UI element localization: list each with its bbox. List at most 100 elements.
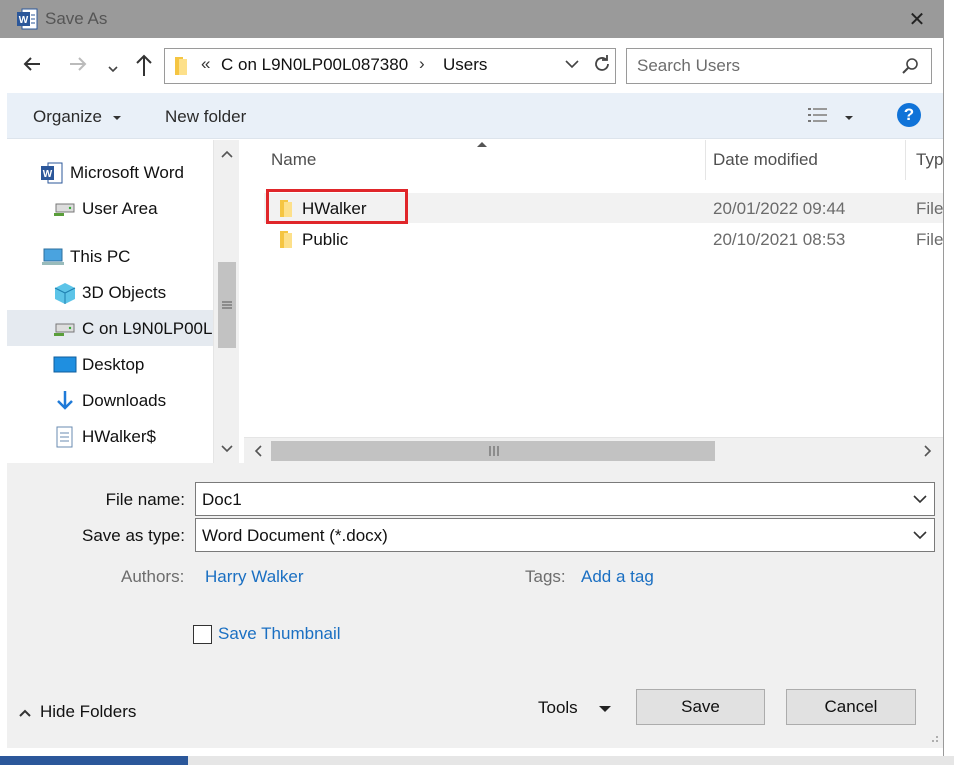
grip-icon (222, 301, 232, 309)
search-box[interactable] (626, 48, 932, 84)
refresh-button[interactable] (592, 52, 612, 82)
file-name: Public (302, 230, 349, 249)
document-icon (56, 426, 73, 448)
resize-grip-icon[interactable] (927, 731, 939, 743)
word-status-bar (0, 756, 954, 765)
breadcrumb-users[interactable]: Users (443, 55, 487, 75)
view-dropdown-button[interactable] (843, 110, 855, 128)
chevron-down-icon[interactable] (912, 488, 928, 510)
chevron-left-icon (254, 445, 262, 457)
file-row-public[interactable]: Public 20/10/2021 08:53 File (264, 224, 943, 254)
window-frame-right (943, 0, 954, 765)
tools-button[interactable]: Tools (538, 698, 612, 718)
caret-down-icon (112, 115, 121, 120)
network-drive-icon (54, 323, 75, 336)
save-thumbnail-label[interactable]: Save Thumbnail (218, 624, 341, 644)
column-header-type[interactable]: Typ (916, 150, 943, 170)
file-type: File (916, 199, 943, 218)
close-button[interactable]: ✕ (893, 0, 941, 38)
nav-item-microsoft-word[interactable]: W Microsoft Word (7, 154, 212, 190)
nav-item-label: HWalker$ (82, 427, 156, 446)
computer-icon (42, 248, 64, 265)
up-button[interactable] (133, 52, 155, 84)
nav-item-label: 3D Objects (82, 283, 167, 302)
close-icon: ✕ (908, 8, 926, 31)
tags-value[interactable]: Add a tag (581, 567, 654, 587)
title-bar: W Save As ✕ (0, 0, 954, 38)
save-thumbnail-checkbox[interactable] (193, 625, 212, 644)
word-icon: W (17, 8, 38, 30)
up-arrow-icon (136, 54, 152, 76)
tools-label: Tools (538, 698, 578, 717)
column-divider[interactable] (705, 140, 706, 180)
breadcrumb-overflow[interactable]: « (201, 54, 210, 74)
organize-label: Organize (33, 107, 102, 126)
cube-icon (54, 283, 76, 304)
save-as-type-value: Word Document (*.docx) (202, 526, 388, 545)
network-drive-icon (54, 203, 75, 216)
breadcrumb-drive[interactable]: C on L9N0LP00L087380 (221, 55, 408, 75)
file-name-combobox[interactable]: Doc1 (195, 482, 935, 516)
file-name-label: File name: (105, 490, 185, 509)
address-dropdown-button[interactable] (564, 53, 580, 80)
hide-folders-label: Hide Folders (40, 702, 137, 721)
file-date: 20/10/2021 08:53 (713, 230, 846, 249)
highlight-annotation (266, 189, 408, 224)
chevron-down-icon (108, 66, 118, 73)
view-options-button[interactable] (807, 106, 831, 129)
refresh-icon (595, 55, 609, 71)
back-button[interactable] (20, 52, 44, 82)
help-icon[interactable]: ? (897, 103, 921, 127)
caret-down-icon (845, 116, 853, 120)
breadcrumb-separator[interactable]: › (419, 54, 425, 74)
folder-icon (280, 231, 292, 248)
grip-icon (489, 446, 499, 456)
column-divider[interactable] (905, 140, 906, 180)
column-header-name[interactable]: Name (271, 150, 316, 170)
chevron-up-icon (221, 150, 233, 158)
nav-item-label: User Area (82, 199, 158, 218)
svg-text:W: W (43, 169, 53, 180)
save-as-type-select[interactable]: Word Document (*.docx) (195, 518, 935, 552)
nav-item-hwalker-share[interactable]: HWalker$ (7, 418, 212, 454)
word-doc-icon: W (41, 162, 63, 184)
save-button[interactable]: Save (636, 689, 765, 725)
nav-item-downloads[interactable]: Downloads (7, 382, 212, 418)
search-input[interactable] (637, 56, 887, 76)
chevron-down-icon (565, 60, 579, 69)
column-header-date[interactable]: Date modified (713, 150, 818, 170)
hide-folders-button[interactable]: Hide Folders (18, 702, 136, 722)
file-name-input[interactable]: Doc1 (202, 490, 242, 510)
nav-item-this-pc[interactable]: This PC (7, 238, 212, 274)
organize-button[interactable]: Organize (33, 107, 123, 127)
new-folder-button[interactable]: New folder (165, 107, 246, 127)
chevron-down-icon (913, 531, 927, 540)
navigation-scrollbar[interactable] (213, 140, 239, 463)
navigation-pane: W Microsoft Word User Area This PC 3D Ob… (7, 140, 239, 463)
recent-locations-button[interactable] (106, 56, 120, 82)
nav-item-user-area[interactable]: User Area (7, 190, 212, 226)
nav-item-label: C on L9N0LP00L087380 (82, 319, 213, 338)
nav-item-c-drive[interactable]: C on L9N0LP00L087380 (7, 310, 213, 346)
command-bar: Organize New folder ? (7, 93, 943, 139)
download-icon (57, 391, 73, 410)
horizontal-scroll-thumb[interactable] (271, 441, 715, 461)
authors-label: Authors: (121, 567, 185, 586)
nav-item-label: Downloads (82, 391, 167, 410)
file-list-horizontal-scrollbar[interactable] (244, 437, 943, 463)
chevron-down-icon (221, 445, 233, 453)
navigation-scroll-thumb[interactable] (218, 262, 236, 348)
window-title: Save As (45, 9, 108, 28)
forward-button[interactable] (66, 52, 90, 82)
address-bar[interactable]: « C on L9N0LP00L087380 › Users (164, 48, 616, 84)
authors-value[interactable]: Harry Walker (205, 567, 304, 587)
nav-item-label: Microsoft Word (70, 163, 184, 182)
caret-down-icon (599, 705, 612, 712)
nav-item-3d-objects[interactable]: 3D Objects (7, 274, 212, 310)
cancel-button[interactable]: Cancel (786, 689, 916, 725)
nav-item-desktop[interactable]: Desktop (7, 346, 212, 382)
forward-arrow-icon (70, 57, 87, 71)
svg-text:W: W (19, 15, 29, 26)
chevron-right-icon (924, 445, 932, 457)
search-icon (902, 58, 918, 74)
